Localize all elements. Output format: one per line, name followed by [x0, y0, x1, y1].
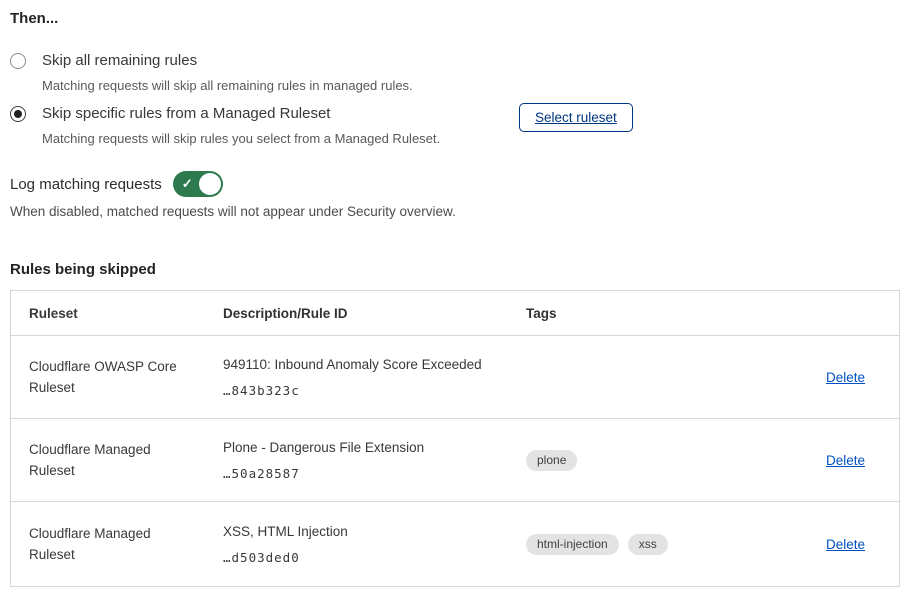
column-header-ruleset: Ruleset — [11, 303, 223, 324]
option-skip-specific-rules: Skip specific rules from a Managed Rules… — [10, 104, 440, 146]
option-skip-all-description: Matching requests will skip all remainin… — [42, 78, 413, 93]
option-skip-all-rules: Skip all remaining rules Matching reques… — [10, 51, 413, 93]
radio-skip-specific-rules[interactable] — [10, 106, 26, 122]
column-header-description: Description/Rule ID — [223, 306, 526, 321]
rule-id: …843b323c — [223, 383, 506, 398]
table-row: Cloudflare Managed Ruleset XSS, HTML Inj… — [11, 502, 899, 586]
delete-link[interactable]: Delete — [826, 453, 865, 468]
option-skip-specific-label[interactable]: Skip specific rules from a Managed Rules… — [42, 104, 440, 124]
rules-being-skipped-heading: Rules being skipped — [10, 261, 156, 278]
select-ruleset-button[interactable]: Select ruleset — [519, 103, 633, 132]
rule-description: 949110: Inbound Anomaly Score Exceeded — [223, 356, 506, 374]
column-header-tags: Tags — [526, 306, 865, 321]
tag-badge: html-injection — [526, 534, 619, 555]
rule-id: …50a28587 — [223, 466, 506, 481]
radio-skip-all-rules[interactable] — [10, 53, 26, 69]
delete-link[interactable]: Delete — [826, 537, 865, 552]
tags-cell: plone — [526, 450, 826, 471]
table-row: Cloudflare OWASP Core Ruleset 949110: In… — [11, 336, 899, 419]
check-icon: ✓ — [182, 177, 193, 190]
tag-badge: plone — [526, 450, 577, 471]
log-matching-requests-label: Log matching requests — [10, 176, 162, 193]
rules-being-skipped-table: Ruleset Description/Rule ID Tags Cloudfl… — [10, 290, 900, 587]
option-skip-all-label[interactable]: Skip all remaining rules — [42, 51, 413, 71]
ruleset-cell: Cloudflare OWASP Core Ruleset — [11, 356, 223, 398]
ruleset-cell: Cloudflare Managed Ruleset — [11, 439, 223, 481]
rule-description: Plone - Dangerous File Extension — [223, 439, 506, 457]
waf-skip-rule-panel: Then... Skip all remaining rules Matchin… — [0, 0, 911, 614]
tag-badge: xss — [628, 534, 668, 555]
option-skip-specific-description: Matching requests will skip rules you se… — [42, 131, 440, 146]
then-heading: Then... — [10, 10, 58, 27]
log-toggle[interactable]: ✓ — [173, 171, 223, 197]
tags-cell: html-injection xss — [526, 534, 826, 555]
log-toggle-description: When disabled, matched requests will not… — [10, 204, 456, 219]
ruleset-cell: Cloudflare Managed Ruleset — [11, 523, 223, 565]
table-header-row: Ruleset Description/Rule ID Tags — [11, 291, 899, 336]
rule-id: …d503ded0 — [223, 550, 506, 565]
log-matching-requests-row: Log matching requests ✓ — [10, 171, 223, 197]
delete-link[interactable]: Delete — [826, 370, 865, 385]
toggle-knob — [199, 173, 221, 195]
table-row: Cloudflare Managed Ruleset Plone - Dange… — [11, 419, 899, 502]
rule-description: XSS, HTML Injection — [223, 523, 506, 541]
